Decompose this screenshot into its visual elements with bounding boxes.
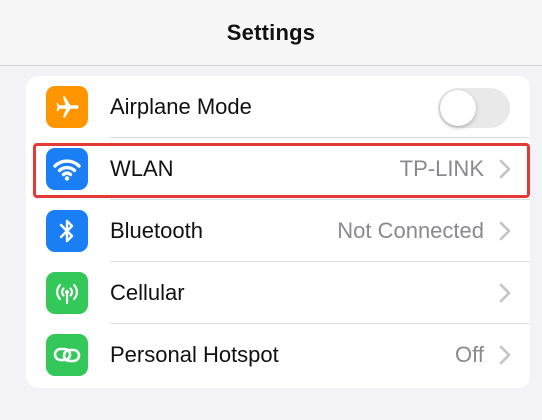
chevron-right-icon bbox=[499, 221, 511, 241]
settings-screen: Settings Airplane Mode WLAN TP-LINK Blue… bbox=[0, 0, 542, 420]
chevron-right-icon bbox=[499, 345, 511, 365]
page-title: Settings bbox=[226, 19, 316, 45]
wifi-icon bbox=[46, 148, 88, 190]
hotspot-link-icon bbox=[46, 334, 88, 376]
airplane-mode-row[interactable]: Airplane Mode bbox=[26, 76, 530, 138]
wlan-label: WLAN bbox=[110, 156, 174, 181]
airplane-icon bbox=[46, 86, 88, 128]
personal-hotspot-value: Off bbox=[455, 342, 484, 367]
personal-hotspot-label: Personal Hotspot bbox=[110, 342, 279, 367]
bluetooth-row[interactable]: Bluetooth Not Connected bbox=[26, 200, 530, 262]
bluetooth-label: Bluetooth bbox=[110, 218, 203, 243]
antenna-icon bbox=[46, 272, 88, 314]
navigation-bar: Settings bbox=[0, 0, 542, 66]
cellular-row[interactable]: Cellular bbox=[26, 262, 530, 324]
chevron-right-icon bbox=[499, 159, 511, 179]
bluetooth-icon bbox=[46, 210, 88, 252]
wlan-row[interactable]: WLAN TP-LINK bbox=[26, 138, 530, 200]
bluetooth-value: Not Connected bbox=[337, 218, 484, 243]
airplane-mode-toggle[interactable] bbox=[438, 88, 510, 128]
personal-hotspot-row[interactable]: Personal Hotspot Off bbox=[26, 324, 530, 386]
toggle-knob bbox=[440, 90, 476, 126]
settings-group: Airplane Mode WLAN TP-LINK Bluetooth Not… bbox=[26, 76, 530, 388]
cellular-label: Cellular bbox=[110, 280, 185, 305]
chevron-right-icon bbox=[499, 283, 511, 303]
airplane-mode-label: Airplane Mode bbox=[110, 94, 252, 119]
wlan-value: TP-LINK bbox=[399, 156, 484, 181]
